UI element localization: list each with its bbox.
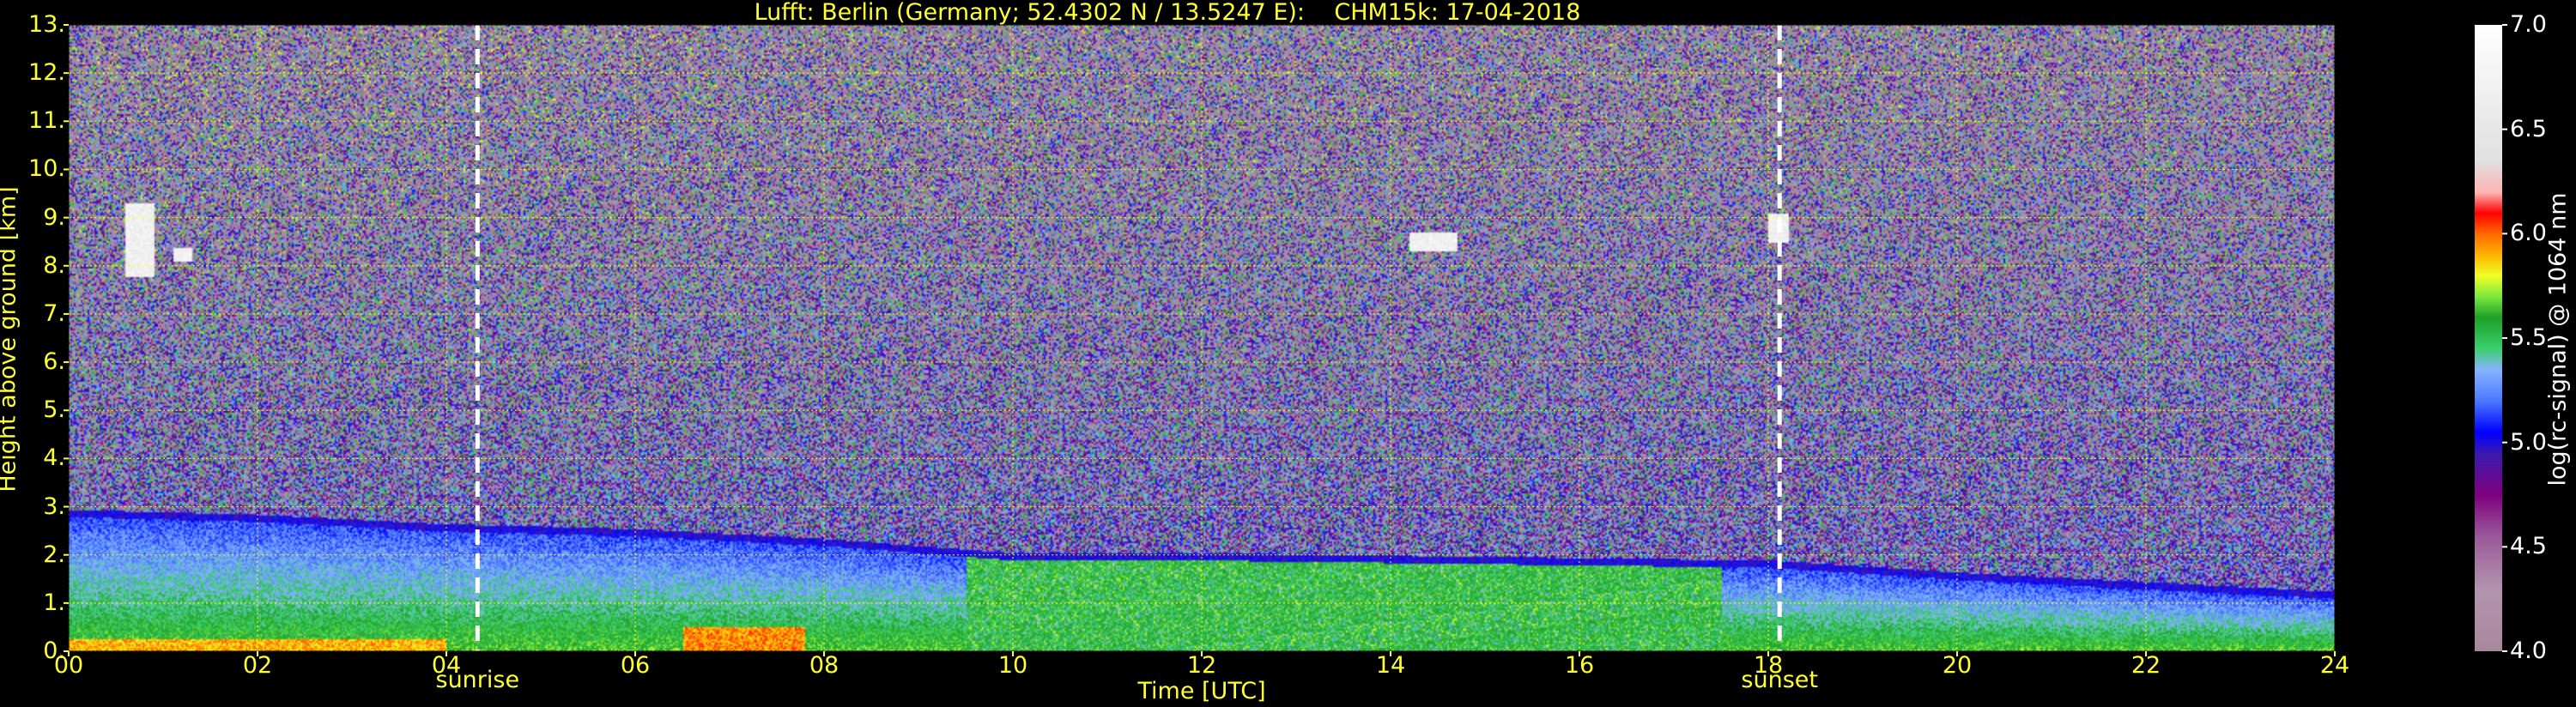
sunset-label: sunset xyxy=(1741,667,1818,693)
y-tick-label: 11. xyxy=(28,107,65,135)
x-axis-label: Time [UTC] xyxy=(1137,678,1266,704)
y-tick-label: 1. xyxy=(43,589,65,616)
x-tick-label: 16 xyxy=(1564,652,1595,679)
x-tick-label: 22 xyxy=(2131,652,2161,679)
x-tick-label: 08 xyxy=(809,652,839,679)
x-tick-label: 12 xyxy=(1186,652,1217,679)
colorbar-tick-label: 4.5 xyxy=(2510,533,2547,560)
x-tick-label: 00 xyxy=(53,652,84,679)
y-axis-label: Height above ground [km] xyxy=(0,186,21,492)
colorbar-tick-label: 4.0 xyxy=(2510,638,2547,664)
colorbar-tick-label: 6.0 xyxy=(2510,220,2547,247)
y-tick-label: 13. xyxy=(28,11,65,38)
colorbar-tick-label: 5.5 xyxy=(2510,324,2547,351)
colorbar-tick-label: 6.5 xyxy=(2510,115,2547,142)
colorbar xyxy=(2475,25,2502,651)
y-tick-label: 12. xyxy=(28,59,65,87)
x-tick-label: 02 xyxy=(242,652,273,679)
sunrise-label: sunrise xyxy=(435,667,520,693)
colorbar-tick-label: 5.0 xyxy=(2510,428,2547,456)
x-tick-label: 14 xyxy=(1375,652,1406,679)
x-tick-label: 20 xyxy=(1942,652,1973,679)
x-tick-label: 10 xyxy=(997,652,1028,679)
x-tick-label: 06 xyxy=(620,652,651,679)
x-tick-label: 24 xyxy=(2319,652,2350,679)
y-tick-label: 2. xyxy=(43,541,65,568)
colorbar-tick-label: 7.0 xyxy=(2510,11,2547,38)
colorbar-label: log(rc-signal) @ 1064 nm xyxy=(2544,192,2572,486)
plot-overlay xyxy=(64,24,2507,656)
